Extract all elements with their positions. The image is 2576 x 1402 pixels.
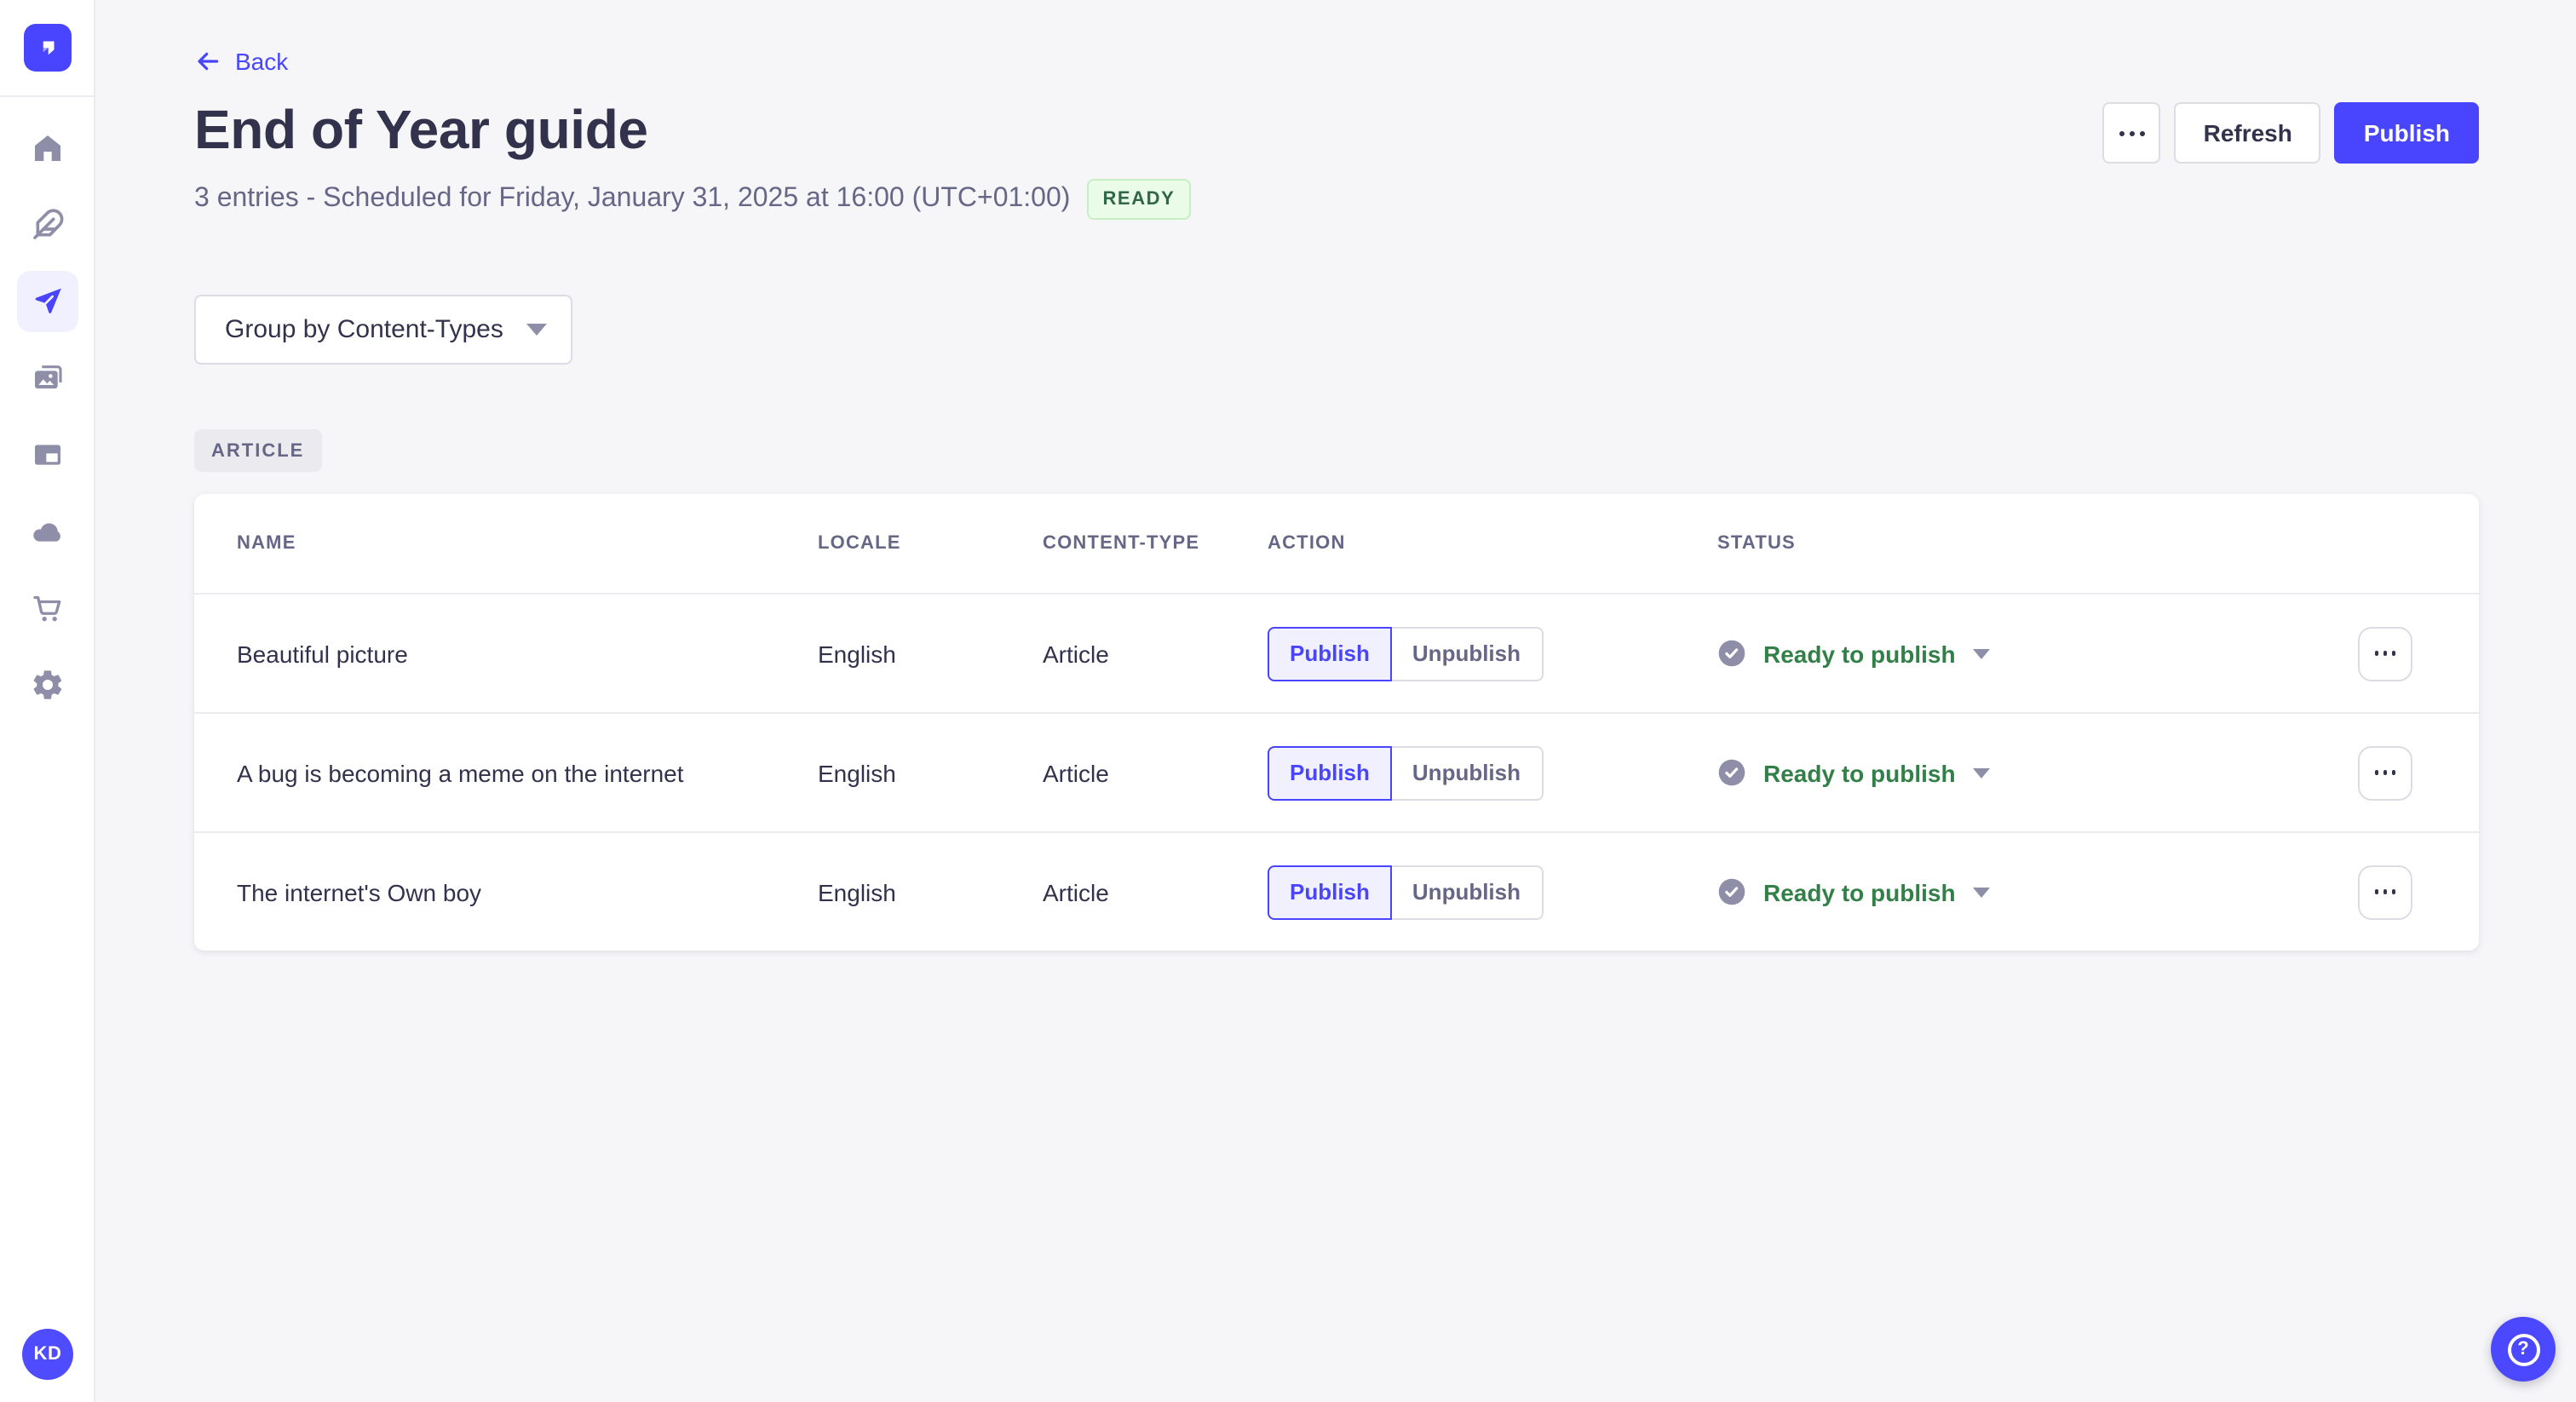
sidebar-item-settings[interactable] — [16, 654, 78, 715]
entry-name-cell: The internet's Own boy — [237, 878, 482, 905]
refresh-button[interactable]: Refresh — [2174, 102, 2321, 164]
paper-plane-icon — [34, 288, 60, 313]
workspace-logo[interactable] — [23, 24, 71, 72]
ellipsis-icon — [2374, 889, 2379, 894]
row-publish-button[interactable]: Publish — [1268, 745, 1392, 800]
row-more-button[interactable] — [2358, 745, 2412, 800]
title-row: End of Year guide Refresh Publish — [194, 99, 2479, 164]
entry-name-cell: A bug is becoming a meme on the internet — [237, 759, 684, 786]
user-avatar[interactable]: KD — [22, 1329, 73, 1380]
table-row: Beautiful picture English Article Publis… — [194, 593, 2479, 712]
sidebar-item-releases[interactable] — [16, 271, 78, 332]
content-group-badge: ARTICLE — [194, 429, 322, 472]
row-publish-button[interactable]: Publish — [1268, 865, 1392, 919]
entry-locale-cell: English — [818, 640, 896, 667]
arrow-left-icon — [198, 52, 219, 71]
chevron-down-icon — [1972, 887, 1990, 897]
action-segmented-control: Publish Unpublish — [1268, 865, 1717, 919]
sidebar: KD — [0, 0, 95, 1402]
sidebar-item-content-manager[interactable] — [16, 424, 78, 486]
sidebar-item-home[interactable] — [16, 118, 78, 179]
publish-release-button[interactable]: Publish — [2334, 102, 2479, 164]
header-actions: Refresh Publish — [2102, 102, 2479, 164]
ellipsis-icon — [2374, 651, 2379, 656]
subtitle-row: 3 entries - Scheduled for Friday, Januar… — [194, 179, 2479, 220]
group-by-label: Group by Content-Types — [225, 315, 503, 344]
column-header-locale: LOCALE — [818, 533, 901, 554]
question-circle-icon: ? — [2507, 1333, 2539, 1365]
status-dropdown[interactable]: Ready to publish — [1717, 877, 2358, 906]
action-segmented-control: Publish Unpublish — [1268, 626, 1717, 681]
back-link[interactable]: Back — [194, 48, 288, 75]
strapi-logo-icon — [42, 41, 54, 55]
sidebar-item-marketplace[interactable] — [16, 577, 78, 639]
ellipsis-icon — [2119, 130, 2125, 135]
home-icon — [34, 135, 60, 161]
column-header-name: NAME — [237, 533, 296, 554]
entry-locale-cell: English — [818, 878, 896, 905]
check-circle-icon — [1718, 878, 1745, 905]
strapi-admin-app: KD Back End of Year guide Refresh Publis… — [0, 0, 2576, 1402]
status-dropdown[interactable]: Ready to publish — [1717, 758, 2358, 787]
main-content: Back End of Year guide Refresh Publish 3… — [95, 0, 2576, 1402]
column-header-content-type: CONTENT-TYPE — [1043, 533, 1200, 554]
status-label: Ready to publish — [1763, 878, 1956, 905]
page-title: End of Year guide — [194, 99, 648, 160]
entries-table-card: NAME LOCALE CONTENT-TYPE ACTION STATUS B… — [194, 494, 2479, 951]
question-glyph: ? — [2517, 1338, 2529, 1359]
check-circle-icon — [1718, 640, 1745, 667]
status-dropdown[interactable]: Ready to publish — [1717, 639, 2358, 668]
row-unpublish-button[interactable]: Unpublish — [1389, 626, 1543, 681]
screen: KD Back End of Year guide Refresh Publis… — [0, 0, 2576, 1402]
row-unpublish-button[interactable]: Unpublish — [1389, 865, 1543, 919]
chevron-down-icon — [1972, 648, 1990, 658]
row-more-button[interactable] — [2358, 626, 2412, 681]
group-by-select[interactable]: Group by Content-Types — [194, 295, 572, 365]
sidebar-item-deploy[interactable] — [16, 501, 78, 562]
ready-status-badge: READY — [1087, 179, 1191, 220]
status-label: Ready to publish — [1763, 759, 1956, 786]
layout-icon — [34, 445, 60, 465]
release-more-button[interactable] — [2102, 102, 2161, 164]
table-header-row: NAME LOCALE CONTENT-TYPE ACTION STATUS — [194, 494, 2479, 593]
table-row: The internet's Own boy English Article P… — [194, 831, 2479, 951]
ellipsis-icon — [2374, 770, 2379, 775]
status-label: Ready to publish — [1763, 640, 1956, 667]
cart-icon — [32, 595, 60, 622]
check-circle-icon — [1718, 759, 1745, 786]
images-icon — [34, 365, 61, 389]
entry-name-cell: Beautiful picture — [237, 640, 408, 667]
row-more-button[interactable] — [2358, 865, 2412, 919]
feather-icon — [32, 209, 63, 239]
table-row: A bug is becoming a meme on the internet… — [194, 712, 2479, 831]
entry-locale-cell: English — [818, 759, 896, 786]
column-header-action: ACTION — [1268, 533, 1346, 554]
sidebar-nav — [16, 118, 78, 715]
chevron-down-icon — [1972, 767, 1990, 778]
help-button[interactable]: ? — [2491, 1317, 2556, 1382]
cloud-icon — [32, 523, 60, 542]
sidebar-item-content-type-builder[interactable] — [16, 194, 78, 256]
row-unpublish-button[interactable]: Unpublish — [1389, 745, 1543, 800]
chevron-down-icon — [526, 324, 547, 336]
release-subtitle: 3 entries - Scheduled for Friday, Januar… — [194, 184, 1071, 213]
column-header-status: STATUS — [1717, 533, 1796, 554]
entry-content-type-cell: Article — [1043, 640, 1109, 667]
action-segmented-control: Publish Unpublish — [1268, 745, 1717, 800]
entry-content-type-cell: Article — [1043, 759, 1109, 786]
back-label: Back — [235, 48, 289, 75]
row-publish-button[interactable]: Publish — [1268, 626, 1392, 681]
logo-section — [0, 0, 94, 97]
entry-content-type-cell: Article — [1043, 878, 1109, 905]
gear-icon — [32, 670, 61, 699]
sidebar-item-media-library[interactable] — [16, 348, 78, 409]
